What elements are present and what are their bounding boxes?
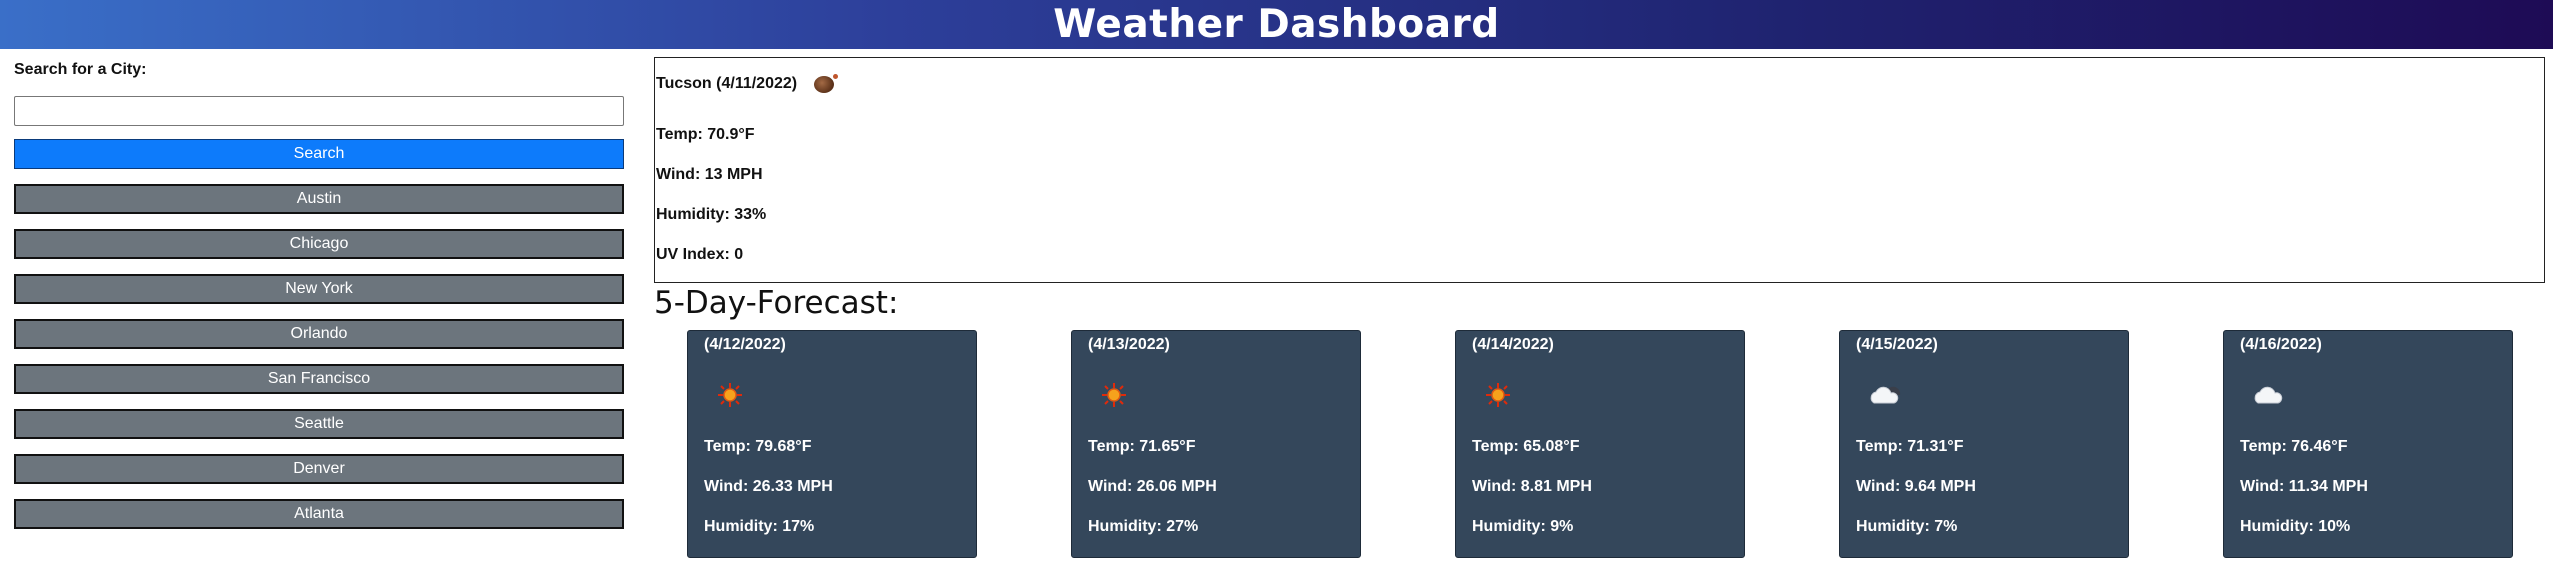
forecast-wind: Wind: 11.34 MPH bbox=[2240, 478, 2368, 495]
sun-icon bbox=[718, 383, 742, 407]
forecast-humidity: Humidity: 27% bbox=[1088, 518, 1199, 535]
current-city-date: Tucson (4/11/2022) bbox=[656, 75, 798, 92]
forecast-card: (4/12/2022) Temp: 79.68°F Wind: 26.33 MP… bbox=[687, 330, 977, 558]
current-humidity: Humidity: 33% bbox=[656, 206, 767, 223]
history-button-austin[interactable]: Austin bbox=[14, 184, 624, 214]
current-weather-panel: Tucson (4/11/2022) Temp: 70.9°F Wind: 13… bbox=[654, 57, 2545, 283]
current-city-heading: Tucson (4/11/2022) bbox=[656, 73, 839, 95]
forecast-date: (4/14/2022) bbox=[1472, 336, 1554, 353]
forecast-card: (4/16/2022) Temp: 76.46°F Wind: 11.34 MP… bbox=[2223, 330, 2513, 558]
forecast-date: (4/12/2022) bbox=[704, 336, 786, 353]
sun-icon bbox=[1102, 383, 1126, 407]
forecast-wind: Wind: 8.81 MPH bbox=[1472, 478, 1592, 495]
forecast-temp: Temp: 65.08°F bbox=[1472, 438, 1580, 455]
history-button-seattle[interactable]: Seattle bbox=[14, 409, 624, 439]
forecast-humidity: Humidity: 17% bbox=[704, 518, 815, 535]
city-search-input[interactable] bbox=[14, 96, 624, 126]
history-button-atlanta[interactable]: Atlanta bbox=[14, 499, 624, 529]
sun-icon bbox=[1486, 383, 1510, 407]
forecast-card: (4/13/2022) Temp: 71.65°F Wind: 26.06 MP… bbox=[1071, 330, 1361, 558]
forecast-humidity: Humidity: 7% bbox=[1856, 518, 1958, 535]
forecast-wind: Wind: 26.06 MPH bbox=[1088, 478, 1217, 495]
cloud-icon bbox=[1870, 386, 1901, 404]
forecast-temp: Temp: 76.46°F bbox=[2240, 438, 2348, 455]
current-uv-index: UV Index: 0 bbox=[656, 246, 744, 263]
page-title: Weather Dashboard bbox=[1053, 2, 1500, 47]
current-wind: Wind: 13 MPH bbox=[656, 166, 763, 183]
history-button-orlando[interactable]: Orlando bbox=[14, 319, 624, 349]
current-temp: Temp: 70.9°F bbox=[656, 126, 755, 143]
cloud-icon bbox=[2254, 386, 2283, 404]
forecast-title: 5-Day-Forecast: bbox=[654, 285, 899, 321]
forecast-humidity: Humidity: 10% bbox=[2240, 518, 2351, 535]
history-button-chicago[interactable]: Chicago bbox=[14, 229, 624, 259]
night-clear-icon bbox=[811, 73, 839, 95]
history-button-denver[interactable]: Denver bbox=[14, 454, 624, 484]
history-button-new-york[interactable]: New York bbox=[14, 274, 624, 304]
forecast-card: (4/15/2022) Temp: 71.31°F Wind: 9.64 MPH… bbox=[1839, 330, 2129, 558]
history-button-san-francisco[interactable]: San Francisco bbox=[14, 364, 624, 394]
forecast-wind: Wind: 26.33 MPH bbox=[704, 478, 833, 495]
forecast-date: (4/15/2022) bbox=[1856, 336, 1938, 353]
forecast-date: (4/13/2022) bbox=[1088, 336, 1170, 353]
forecast-date: (4/16/2022) bbox=[2240, 336, 2322, 353]
forecast-humidity: Humidity: 9% bbox=[1472, 518, 1574, 535]
forecast-temp: Temp: 79.68°F bbox=[704, 438, 812, 455]
forecast-temp: Temp: 71.31°F bbox=[1856, 438, 1964, 455]
forecast-temp: Temp: 71.65°F bbox=[1088, 438, 1196, 455]
search-button[interactable]: Search bbox=[14, 139, 624, 169]
forecast-card: (4/14/2022) Temp: 65.08°F Wind: 8.81 MPH… bbox=[1455, 330, 1745, 558]
forecast-wind: Wind: 9.64 MPH bbox=[1856, 478, 1976, 495]
header-bar: Weather Dashboard bbox=[0, 0, 2553, 49]
search-label: Search for a City: bbox=[14, 61, 147, 78]
